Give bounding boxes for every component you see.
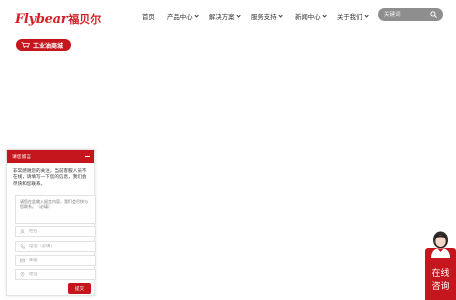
page: Flybear 福贝尔 首页 产品中心 解决方案 服务支持 新闻中心 关于我们 … [0,0,456,300]
search-icon[interactable] [430,11,437,18]
phone-field[interactable] [15,241,96,252]
email-field[interactable] [15,255,96,266]
nav-solutions[interactable]: 解决方案 [209,11,241,23]
nav-home[interactable]: 首页 [142,11,155,23]
logo-cn-text: 福贝尔 [68,13,102,26]
nav-label: 服务支持 [251,13,277,21]
logo[interactable]: Flybear 福贝尔 [15,9,101,27]
nav-label: 首页 [142,13,155,21]
header: Flybear 福贝尔 首页 产品中心 解决方案 服务支持 新闻中心 关于我们 … [0,0,456,34]
mall-button-label: 工业油商城 [33,42,64,50]
message-intro-text: 非常感谢您的关注，当前客服人员不在线，请填写一下您的信息，我们会尽快和您联系。 [13,169,87,187]
name-input[interactable] [29,229,93,234]
address-input[interactable] [29,272,93,277]
chevron-down-icon [235,13,241,19]
nav-label: 新闻中心 [295,13,321,21]
cart-icon [21,42,30,48]
message-textarea[interactable] [15,195,96,224]
nav-label: 解决方案 [209,13,235,21]
minimize-icon[interactable] [85,156,90,157]
email-input[interactable] [29,258,93,263]
message-panel-title: 请您留言 [12,155,32,160]
user-icon [20,229,25,234]
chevron-down-icon [321,13,327,19]
submit-button[interactable]: 提交 [68,283,91,294]
nav-support[interactable]: 服务支持 [251,11,283,23]
consult-line-2: 咨询 [431,281,450,292]
message-panel-header: 请您留言 [7,150,94,163]
nav-news[interactable]: 新闻中心 [295,11,327,23]
chevron-down-icon [363,13,369,19]
search-box [378,8,443,21]
name-field[interactable] [15,226,96,237]
search-input[interactable] [384,10,428,19]
logo-text: Flybear [15,12,68,27]
chevron-down-icon [277,13,283,19]
phone-icon [20,244,25,249]
consult-line-1: 在线 [431,269,450,279]
nav-label: 产品中心 [167,13,193,21]
mail-icon [20,258,25,263]
message-panel: 请您留言 非常感谢您的关注，当前客服人员不在线，请填写一下您的信息，我们会尽快和… [6,149,96,296]
online-consult-widget[interactable]: 在线 咨询 [425,230,456,300]
nav-label: 关于我们 [337,13,363,21]
location-icon [20,272,25,277]
nav-about[interactable]: 关于我们 [337,11,369,23]
address-field[interactable] [15,269,96,280]
phone-input[interactable] [29,244,93,249]
consult-text: 在线 咨询 [425,268,456,293]
industrial-oil-mall-button[interactable]: 工业油商城 [16,39,71,51]
nav-products[interactable]: 产品中心 [167,11,199,23]
chevron-down-icon [193,13,199,19]
customer-service-avatar [431,231,450,258]
